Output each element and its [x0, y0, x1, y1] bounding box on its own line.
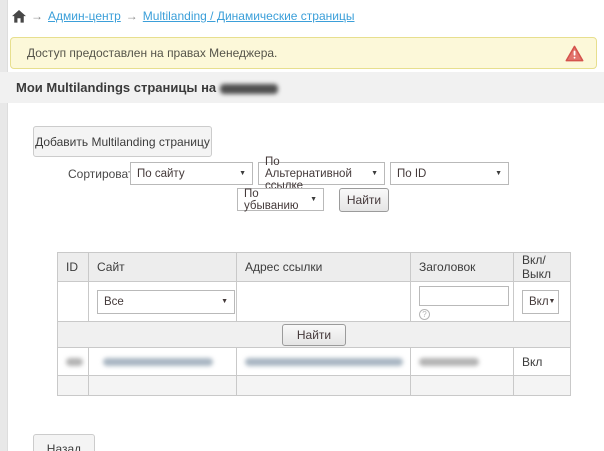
sort-by-site-value: По сайту [137, 168, 185, 180]
admin-page: → Админ-центр → Multilanding / Динамичес… [0, 0, 604, 451]
empty-cell [58, 376, 89, 396]
breadcrumb-link-multilanding[interactable]: Multilanding / Динамические страницы [143, 9, 355, 23]
sort-direction-select[interactable]: По убыванию ▼ [237, 188, 324, 211]
table-header-row: ID Сайт Адрес ссылки Заголовок Вкл/Выкл [58, 253, 571, 282]
header-id: ID [58, 253, 89, 282]
filter-id-cell [58, 282, 89, 322]
left-edge-strip [0, 0, 8, 451]
table-find-row: Найти [58, 322, 571, 348]
add-multilanding-button[interactable]: Добавить Multilanding страницу [33, 126, 212, 157]
sort-by-alt-link-select[interactable]: По Альтернативной ссылке ▼ [258, 162, 385, 185]
sort-by-id-select[interactable]: По ID ▼ [390, 162, 509, 185]
page-title-band: Мои Multilandings страницы на [0, 72, 604, 103]
table-find-button[interactable]: Найти [282, 324, 346, 346]
filter-site-cell: Все ▼ [89, 282, 237, 322]
table-row[interactable]: Вкл [58, 348, 571, 376]
table-empty-row [58, 376, 571, 396]
page-title: Мои Multilandings страницы на [16, 80, 278, 95]
empty-cell [514, 376, 571, 396]
filter-url-cell [237, 282, 411, 322]
table-filter-row: Все ▼ ? Вкл ▼ [58, 282, 571, 322]
sort-find-button[interactable]: Найти [339, 188, 389, 212]
state-filter-value: Вкл [529, 296, 549, 308]
page-title-text: Мои Multilandings страницы на [16, 80, 216, 95]
warning-triangle-icon [565, 45, 584, 62]
header-site: Сайт [89, 253, 237, 282]
header-title: Заголовок [411, 253, 514, 282]
sort-by-alt-link-value: По Альтернативной ссылке [265, 156, 365, 192]
filter-state-cell: Вкл ▼ [514, 282, 571, 322]
chevron-down-icon: ▼ [365, 170, 378, 177]
chevron-down-icon: ▼ [304, 196, 317, 203]
site-filter-select[interactable]: Все ▼ [97, 290, 235, 314]
help-question-icon[interactable]: ? [419, 309, 430, 320]
multilanding-table: ID Сайт Адрес ссылки Заголовок Вкл/Выкл … [57, 252, 571, 396]
header-state: Вкл/Выкл [514, 253, 571, 282]
back-button[interactable]: Назад [33, 434, 95, 451]
title-filter-input[interactable] [419, 286, 509, 306]
cell-id [58, 348, 89, 376]
chevron-down-icon: ▼ [233, 170, 246, 177]
empty-cell [237, 376, 411, 396]
chevron-down-icon: ▼ [489, 170, 502, 177]
filter-title-cell: ? [411, 282, 514, 322]
breadcrumb-separator: → [126, 9, 138, 23]
cell-title [411, 348, 514, 376]
header-url: Адрес ссылки [237, 253, 411, 282]
cell-state: Вкл [514, 348, 571, 376]
chevron-down-icon: ▼ [549, 298, 556, 305]
state-filter-select[interactable]: Вкл ▼ [522, 290, 559, 314]
breadcrumb-separator: → [31, 9, 43, 23]
access-notice: Доступ предоставлен на правах Менеджера. [10, 37, 597, 69]
state-value: Вкл [522, 355, 542, 369]
find-cell: Найти [58, 322, 571, 348]
notice-text: Доступ предоставлен на правах Менеджера. [27, 46, 565, 60]
cell-site [89, 348, 237, 376]
redacted-domain [220, 84, 278, 94]
chevron-down-icon: ▼ [221, 298, 228, 305]
sort-by-site-select[interactable]: По сайту ▼ [130, 162, 253, 185]
site-filter-value: Все [104, 296, 124, 308]
breadcrumb-link-admin-center[interactable]: Админ-центр [48, 9, 121, 23]
empty-cell [411, 376, 514, 396]
home-icon[interactable] [12, 10, 26, 23]
empty-cell [89, 376, 237, 396]
cell-url [237, 348, 411, 376]
sort-by-id-value: По ID [397, 168, 426, 180]
sort-direction-value: По убыванию [244, 188, 304, 212]
breadcrumb: → Админ-центр → Multilanding / Динамичес… [12, 9, 354, 23]
